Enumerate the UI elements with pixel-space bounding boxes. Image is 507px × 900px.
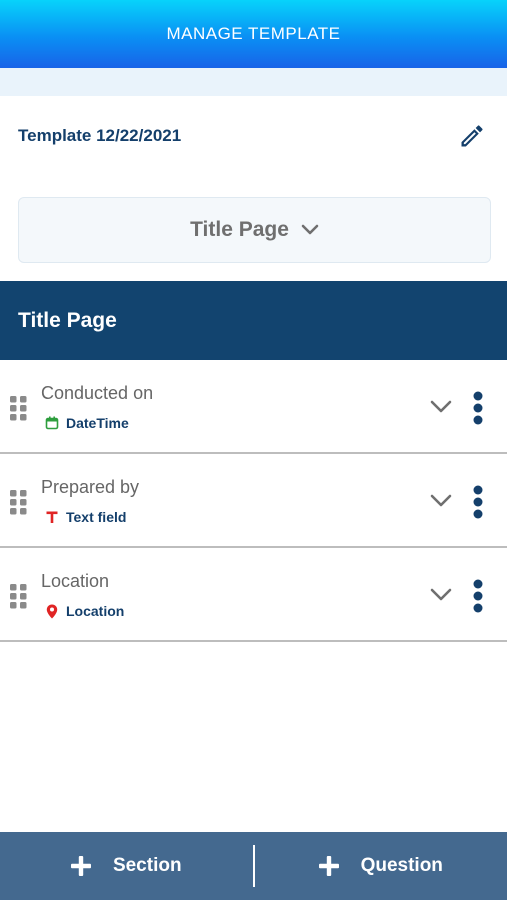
bottom-action-bar: Section Question: [0, 832, 507, 900]
more-vertical-icon: [473, 391, 483, 425]
chevron-down-icon: [430, 494, 452, 507]
add-question-label: Question: [360, 855, 443, 876]
question-item-location[interactable]: Location Location: [0, 548, 507, 642]
pencil-icon: [461, 125, 483, 147]
map-pin-icon: [45, 604, 59, 618]
more-vertical-icon: [473, 485, 483, 519]
drag-handle-icon[interactable]: [9, 395, 29, 421]
text-t-icon: [45, 510, 59, 524]
drag-handle-icon[interactable]: [9, 489, 29, 515]
question-label: Prepared by: [41, 477, 140, 497]
expand-question-button[interactable]: [426, 582, 456, 608]
edit-template-button[interactable]: [455, 119, 489, 153]
template-name: Template 12/22/2021: [18, 126, 182, 145]
template-info-row: Template 12/22/2021: [0, 96, 507, 176]
drag-handle-icon[interactable]: [9, 583, 29, 609]
add-question-button[interactable]: Question: [255, 832, 507, 900]
chevron-down-icon: [430, 588, 452, 601]
question-label: Conducted on: [41, 383, 154, 403]
question-list: Conducted on DateTime Prepared by Text f…: [0, 360, 507, 642]
header-title: MANAGE TEMPLATE: [166, 24, 341, 43]
question-type-label: Location: [66, 603, 125, 619]
app-header: MANAGE TEMPLATE: [0, 0, 507, 68]
question-type: DateTime: [45, 415, 129, 431]
question-label: Location: [41, 571, 110, 591]
more-options-button[interactable]: [466, 484, 490, 520]
expand-question-button[interactable]: [426, 488, 456, 514]
add-section-label: Section: [112, 855, 182, 876]
question-type-label: DateTime: [66, 415, 129, 431]
add-section-button[interactable]: Section: [0, 832, 253, 900]
plus-icon: [318, 856, 339, 876]
expand-question-button[interactable]: [426, 394, 456, 420]
more-vertical-icon: [473, 579, 483, 613]
section-title: Title Page: [18, 308, 117, 332]
more-options-button[interactable]: [466, 578, 490, 614]
more-options-button[interactable]: [466, 390, 490, 426]
chevron-down-icon: [301, 224, 319, 235]
question-type: Text field: [45, 509, 126, 525]
page-selector-value: Title Page: [190, 218, 289, 241]
plus-icon: [70, 856, 91, 876]
header-band: [0, 68, 507, 96]
question-type-label: Text field: [66, 509, 127, 525]
calendar-icon: [45, 416, 59, 430]
page-selector-dropdown[interactable]: Title Page: [18, 197, 491, 263]
question-item-prepared-by[interactable]: Prepared by Text field: [0, 454, 507, 548]
chevron-down-icon: [430, 400, 452, 413]
section-header: Title Page: [0, 281, 507, 360]
question-type: Location: [45, 603, 124, 619]
question-item-conducted-on[interactable]: Conducted on DateTime: [0, 360, 507, 454]
